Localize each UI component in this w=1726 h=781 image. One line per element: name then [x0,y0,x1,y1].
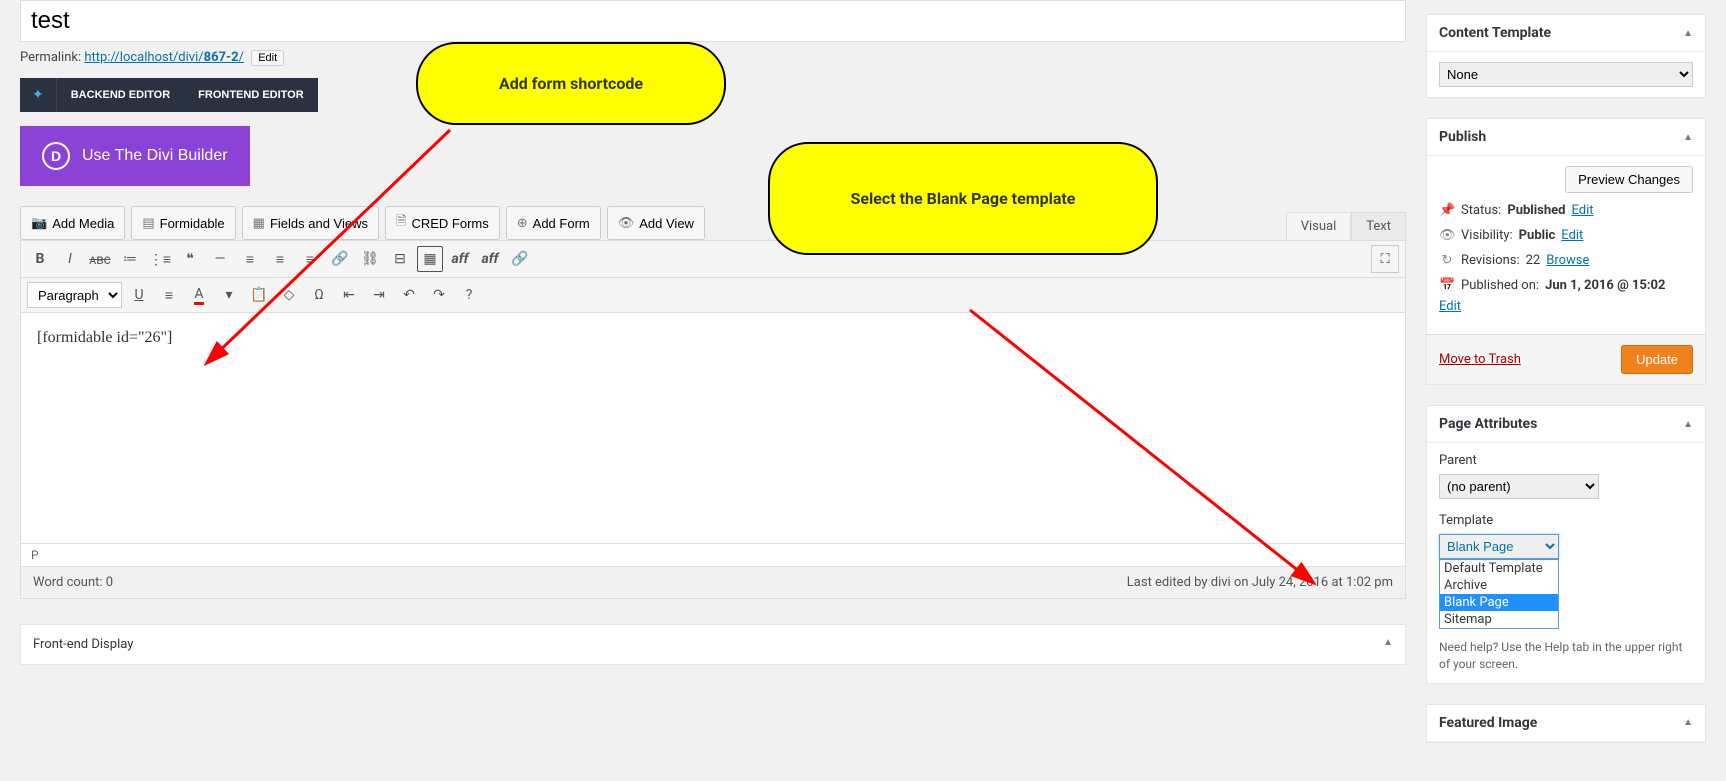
edit-status-link[interactable]: Edit [1571,203,1593,218]
clear-format-button[interactable]: ◇ [276,282,302,308]
paste-text-button[interactable]: 📋 [246,282,272,308]
template-option-default[interactable]: Default Template [1440,560,1558,577]
align-left-button[interactable]: ≡ [237,246,263,272]
word-count: Word count: 0 [33,575,113,590]
divi-builder-button[interactable]: D Use The Divi Builder [20,126,250,186]
plus-icon: ⊕ [517,215,528,231]
template-dropdown-list[interactable]: Default Template Archive Blank Page Site… [1439,559,1559,629]
special-char-button[interactable]: Ω [306,282,332,308]
toolbar-toggle-button[interactable]: ▦ [417,246,443,272]
text-color-button[interactable]: A [186,282,212,308]
number-list-button[interactable]: ⋮≡ [147,246,173,272]
text-color-picker-button[interactable]: ▾ [216,282,242,308]
last-edited: Last edited by divi on July 24, 2016 at … [1127,575,1393,590]
bullet-list-button[interactable]: ≔ [117,246,143,272]
align-right-button[interactable]: ≡ [297,246,323,272]
aff-link2-button[interactable]: aff [477,246,503,272]
template-select[interactable]: Blank Page [1439,534,1559,559]
update-button[interactable]: Update [1621,345,1693,374]
visual-tab[interactable]: Visual [1286,212,1352,240]
edit-visibility-link[interactable]: Edit [1561,228,1583,243]
outdent-button[interactable]: ⇤ [336,282,362,308]
publish-toggle[interactable]: ▲ [1683,132,1693,143]
template-option-archive[interactable]: Archive [1440,577,1558,594]
content-template-select[interactable]: None [1439,62,1693,87]
permalink-link[interactable]: http://localhost/divi/867-2/ [84,50,244,65]
parent-label: Parent [1439,453,1693,468]
form-icon: ▤ [142,215,154,231]
publish-title: Publish [1439,129,1486,145]
eye-icon: 👁 [1439,228,1455,243]
content-template-toggle[interactable]: ▲ [1683,28,1693,39]
link-button[interactable]: 🔗 [327,246,353,272]
editor-status-path: P [21,543,1405,566]
vc-editor-toggle: ✦ BACKEND EDITOR FRONTEND EDITOR [20,78,318,112]
preview-changes-button[interactable]: Preview Changes [1565,166,1693,193]
parent-select[interactable]: (no parent) [1439,474,1599,499]
unlink-button[interactable]: ⛓ [357,246,383,272]
edit-slug-button[interactable]: Edit [251,50,284,66]
italic-button[interactable]: I [57,246,83,272]
align-center-button[interactable]: ≡ [267,246,293,272]
page-attributes-title: Page Attributes [1439,416,1537,432]
calendar-icon: ▦ [253,215,265,231]
template-option-sitemap[interactable]: Sitemap [1440,611,1558,628]
frontend-toggle[interactable]: ▲ [1383,637,1393,652]
formidable-button[interactable]: ▤Formidable [131,206,235,240]
template-option-blank[interactable]: Blank Page [1440,594,1558,611]
text-tab[interactable]: Text [1351,212,1406,240]
annotation-callout-2: Select the Blank Page template [768,142,1158,255]
add-media-button[interactable]: 📷Add Media [20,206,125,240]
fullscreen-button[interactable]: ⛶ [1371,245,1399,273]
more-button[interactable]: ⊟ [387,246,413,272]
anchor-button[interactable]: 🔗 [507,246,533,272]
editor-container: B I ᴀʙᴄ ≔ ⋮≡ ❝ ― ≡ ≡ ≡ 🔗 ⛓ ⊟ ▦ aff aff 🔗… [20,240,1406,567]
template-label: Template [1439,513,1693,528]
featured-image-toggle[interactable]: ▲ [1683,717,1693,728]
divi-logo-icon: D [42,142,70,170]
annotation-callout-1: Add form shortcode [416,42,726,125]
add-view-button[interactable]: 👁Add View [607,206,705,240]
blockquote-button[interactable]: ❝ [177,246,203,272]
aff-link-button[interactable]: aff [447,246,473,272]
cred-forms-button[interactable]: 🗎CRED Forms [385,206,500,240]
content-template-title: Content Template [1439,25,1551,41]
strike-button[interactable]: ᴀʙᴄ [87,246,113,272]
file-icon: 🗎 [396,212,406,234]
justify-button[interactable]: ≡ [156,282,182,308]
undo-button[interactable]: ↶ [396,282,422,308]
eye-icon: 👁 [618,215,635,231]
hr-button[interactable]: ― [207,246,233,272]
browse-revisions-link[interactable]: Browse [1546,253,1589,268]
pin-icon: 📌 [1439,203,1455,218]
camera-icon: 📷 [31,215,47,231]
add-form-button[interactable]: ⊕Add Form [506,206,601,240]
page-attr-help: Need help? Use the Help tab in the upper… [1439,639,1693,673]
featured-image-title: Featured Image [1439,715,1537,731]
format-select[interactable]: Paragraph [27,282,122,308]
help-button[interactable]: ? [456,282,482,308]
redo-button[interactable]: ↷ [426,282,452,308]
bold-button[interactable]: B [27,246,53,272]
calendar-icon: 📅 [1439,278,1455,293]
underline-button[interactable]: U [126,282,152,308]
fields-views-button[interactable]: ▦Fields and Views [242,206,379,240]
backend-editor-button[interactable]: BACKEND EDITOR [57,78,184,112]
frontend-display-title: Front-end Display [33,637,133,652]
post-title-input[interactable] [20,0,1406,42]
revisions-icon: ↻ [1439,253,1455,268]
editor-content-area[interactable]: [formidable id="26"] [21,313,1405,543]
edit-date-link[interactable]: Edit [1439,299,1461,314]
indent-button[interactable]: ⇥ [366,282,392,308]
frontend-editor-button[interactable]: FRONTEND EDITOR [184,78,318,112]
page-attr-toggle[interactable]: ▲ [1683,419,1693,430]
move-to-trash-link[interactable]: Move to Trash [1439,352,1521,367]
vc-icon: ✦ [20,78,57,112]
